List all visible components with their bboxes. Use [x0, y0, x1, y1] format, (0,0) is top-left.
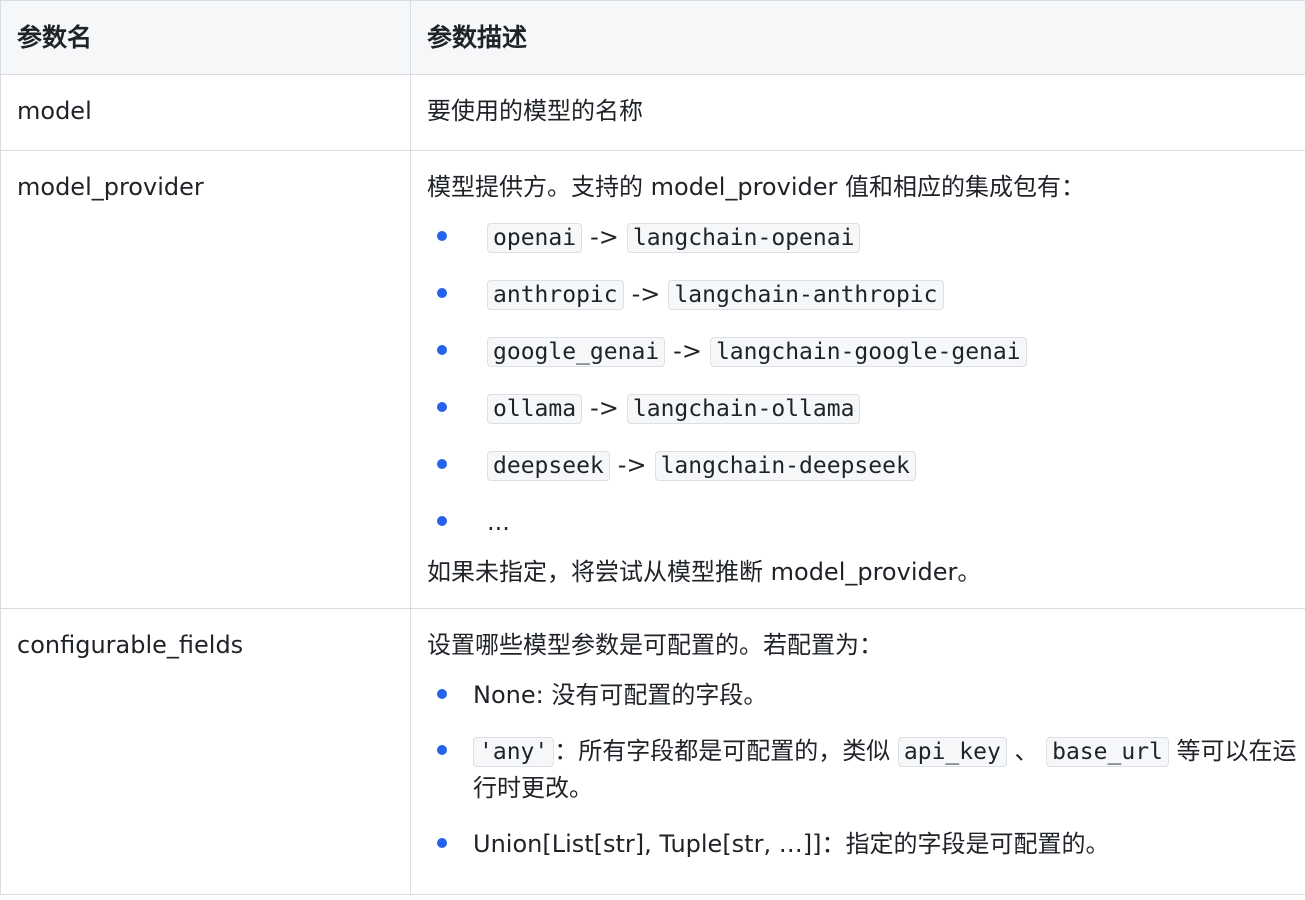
api-key-code: api_key: [897, 737, 1007, 767]
bullet-icon: [437, 231, 447, 241]
param-desc: 要使用的模型的名称: [410, 74, 1305, 151]
bullet-icon: [437, 516, 447, 526]
table-row: configurable_fields 设置哪些模型参数是可配置的。若配置为： …: [0, 608, 1305, 895]
bullet-icon: [437, 745, 447, 755]
list-item: google_genai -> langchain-google-genai: [437, 333, 1305, 370]
param-name: model: [0, 74, 411, 151]
list-item: ...: [437, 504, 1305, 540]
arrow-text: ->: [673, 337, 702, 365]
config-list: None: 没有可配置的字段。 'any' ：所有字段都是可配置的，类似 api_…: [427, 677, 1305, 862]
separator-text: 、: [1014, 737, 1039, 765]
desc-outro: 如果未指定，将尝试从模型推断 model_provider。: [427, 558, 982, 586]
item-text: ：所有字段都是可配置的，类似: [554, 737, 891, 765]
param-name: model_provider: [0, 150, 411, 609]
bullet-icon: [437, 689, 447, 699]
table-row: model 要使用的模型的名称: [0, 74, 1305, 151]
provider-key: deepseek: [487, 451, 610, 481]
package-name: langchain-google-genai: [709, 337, 1027, 367]
bullet-icon: [437, 459, 447, 469]
bullet-icon: [437, 345, 447, 355]
list-item: ollama -> langchain-ollama: [437, 390, 1305, 427]
any-code: 'any': [473, 737, 555, 767]
item-text: Union[List[str], Tuple[str, …]]：指定的字段是可配…: [473, 830, 1110, 858]
package-name: langchain-openai: [626, 223, 861, 253]
provider-key: anthropic: [487, 280, 624, 310]
param-desc: 设置哪些模型参数是可配置的。若配置为： None: 没有可配置的字段。 'any…: [410, 608, 1305, 895]
package-name: langchain-ollama: [626, 394, 861, 424]
provider-key: google_genai: [487, 337, 666, 367]
list-item: None: 没有可配置的字段。: [437, 677, 1305, 713]
package-name: langchain-anthropic: [668, 280, 944, 310]
arrow-text: ->: [631, 280, 661, 308]
header-param-desc: 参数描述: [410, 0, 1305, 75]
params-table: 参数名 参数描述 model 要使用的模型的名称 model_provider …: [0, 0, 1305, 895]
list-item: anthropic -> langchain-anthropic: [437, 276, 1305, 313]
param-name: configurable_fields: [0, 608, 411, 895]
table-row: model_provider 模型提供方。支持的 model_provider …: [0, 150, 1305, 609]
table-header-row: 参数名 参数描述: [0, 0, 1305, 75]
param-desc: 模型提供方。支持的 model_provider 值和相应的集成包有： open…: [410, 150, 1305, 609]
ellipsis-text: ...: [487, 508, 510, 536]
list-item: Union[List[str], Tuple[str, …]]：指定的字段是可配…: [437, 826, 1305, 862]
bullet-icon: [437, 838, 447, 848]
arrow-text: ->: [590, 223, 619, 251]
arrow-text: ->: [590, 394, 619, 422]
header-param-name: 参数名: [0, 0, 411, 75]
provider-key: openai: [487, 223, 583, 253]
list-item: openai -> langchain-openai: [437, 219, 1305, 256]
bullet-icon: [437, 288, 447, 298]
item-text: None: 没有可配置的字段。: [473, 681, 768, 709]
package-name: langchain-deepseek: [654, 451, 916, 481]
base-url-code: base_url: [1046, 737, 1169, 767]
arrow-text: ->: [617, 451, 647, 479]
provider-list: openai -> langchain-openai anthropic -> lang…: [427, 219, 1305, 540]
desc-intro: 模型提供方。支持的 model_provider 值和相应的集成包有：: [427, 173, 1085, 201]
desc-intro: 设置哪些模型参数是可配置的。若配置为：: [427, 631, 883, 659]
provider-key: ollama: [487, 394, 583, 424]
list-item: 'any' ：所有字段都是可配置的，类似 api_key 、 base_url 等…: [437, 733, 1305, 806]
list-item: deepseek -> langchain-deepseek: [437, 447, 1305, 484]
bullet-icon: [437, 402, 447, 412]
